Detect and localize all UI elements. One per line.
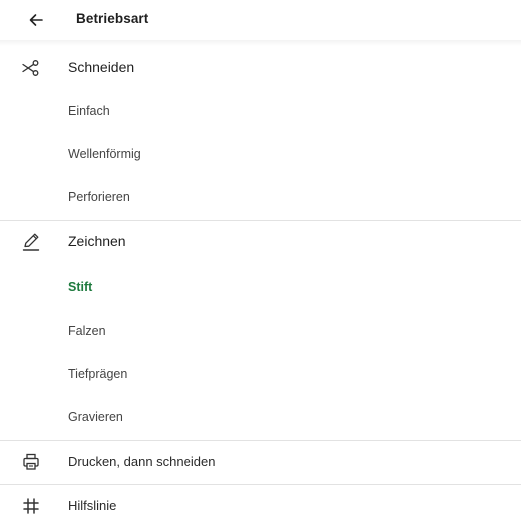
- group-guide-label: Hilfslinie: [68, 498, 117, 513]
- mode-item-wellenfoermig[interactable]: Wellenförmig: [0, 135, 521, 175]
- pencil-icon: [20, 231, 42, 253]
- mode-item-label: Gravieren: [68, 410, 123, 424]
- back-button[interactable]: [22, 6, 50, 34]
- group-print-then-cut[interactable]: Drucken, dann schneiden: [0, 442, 521, 482]
- printer-icon: [20, 451, 42, 473]
- group-draw[interactable]: Zeichnen: [0, 222, 521, 262]
- divider: [0, 220, 521, 221]
- group-guide-line[interactable]: Hilfslinie: [0, 486, 521, 523]
- mode-item-einfach[interactable]: Einfach: [0, 92, 521, 132]
- arrow-left-icon: [28, 12, 44, 28]
- scissors-icon: [20, 57, 42, 79]
- header-shadow: [0, 40, 521, 46]
- group-print-label: Drucken, dann schneiden: [68, 454, 216, 469]
- mode-item-label: Tiefprägen: [68, 367, 128, 381]
- mode-item-gravieren[interactable]: Gravieren: [0, 398, 521, 438]
- page-title: Betriebsart: [76, 11, 149, 26]
- mode-item-label: Einfach: [68, 104, 110, 118]
- header: Betriebsart: [0, 0, 521, 40]
- mode-item-label: Wellenförmig: [68, 147, 141, 161]
- mode-item-label: Falzen: [68, 324, 106, 338]
- mode-selection-screen: Betriebsart Schneiden Einfach Wellenförm…: [0, 0, 521, 523]
- group-cut[interactable]: Schneiden: [0, 48, 521, 88]
- group-draw-label: Zeichnen: [68, 233, 126, 249]
- divider: [0, 484, 521, 485]
- mode-item-label-selected: Stift: [68, 280, 93, 294]
- mode-item-tiefpraegen[interactable]: Tiefprägen: [0, 355, 521, 395]
- group-cut-label: Schneiden: [68, 59, 135, 75]
- grid-hash-icon: [20, 495, 42, 517]
- mode-item-stift[interactable]: Stift: [0, 268, 521, 308]
- mode-item-label: Perforieren: [68, 190, 130, 204]
- mode-item-falzen[interactable]: Falzen: [0, 312, 521, 352]
- mode-item-perforieren[interactable]: Perforieren: [0, 178, 521, 218]
- divider: [0, 440, 521, 441]
